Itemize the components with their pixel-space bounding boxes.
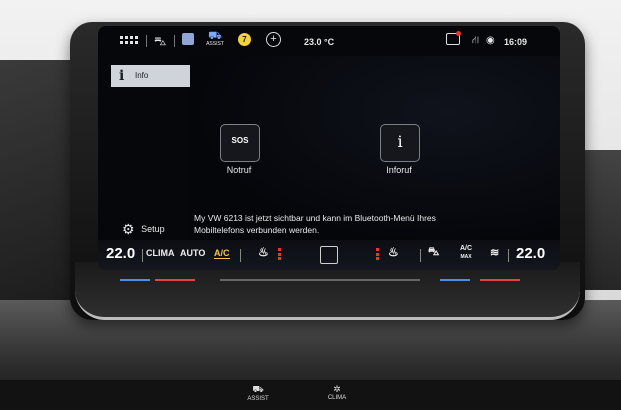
assist-button[interactable]: ⛟ ASSIST xyxy=(204,30,226,48)
climate-divider xyxy=(240,249,241,262)
climate-bar: 22.0 CLIMA AUTO A/C ♨ ♨ ⛍ A/C MAX ≋ 22.0 xyxy=(98,240,560,270)
left-heat-level xyxy=(278,248,281,262)
infotainment-screen: ⛍ ⛟ ASSIST 7 + 23.0 °C ⛙ ◉ 16:09 i Info … xyxy=(98,26,560,270)
sidebar-item-info[interactable]: i Info xyxy=(111,65,191,87)
apps-grid-icon[interactable] xyxy=(120,36,138,46)
climate-divider xyxy=(508,249,509,262)
sos-icon: SOS xyxy=(231,136,249,145)
info-call-label: Inforuf xyxy=(386,165,412,175)
sidebar-item-label: Info xyxy=(135,71,149,80)
info-call-tile[interactable]: i xyxy=(380,124,420,162)
auto-button[interactable]: AUTO xyxy=(180,248,205,258)
car-interior-scene: ⛟ ASSIST ✲ CLIMA ⛍ ⛟ ASSIST 7 + 23.0 °C … xyxy=(0,0,621,410)
setup-label: Setup xyxy=(141,224,165,234)
left-temperature[interactable]: 22.0 xyxy=(106,245,135,262)
assist-physical-button[interactable]: ⛟ ASSIST xyxy=(238,384,278,402)
temperature-slider-row[interactable] xyxy=(100,275,550,285)
ac-button[interactable]: A/C xyxy=(214,248,230,259)
seat-heating-left-icon[interactable]: ♨ xyxy=(258,245,269,259)
info-call-icon: i xyxy=(397,132,403,151)
center-slider[interactable] xyxy=(220,279,420,281)
sidebar: i Info ⚙ Setup xyxy=(108,61,191,251)
climate-divider xyxy=(142,249,143,262)
emergency-call-label: Notruf xyxy=(226,165,252,175)
message-alert-dot xyxy=(456,31,461,36)
info-icon: i xyxy=(119,68,125,84)
button-strip xyxy=(0,380,621,410)
home-button[interactable] xyxy=(320,246,338,264)
clima-physical-label: CLIMA xyxy=(327,395,347,401)
media-icon[interactable] xyxy=(182,33,194,45)
globe-icon: ◉ xyxy=(486,35,495,46)
right-temperature[interactable]: 22.0 xyxy=(516,245,545,262)
left-slider-warm xyxy=(155,279,195,281)
add-icon[interactable]: + xyxy=(266,32,281,47)
network-icon: ⛙ xyxy=(472,35,480,46)
status-bar: ⛍ ⛟ ASSIST 7 + 23.0 °C ⛙ ◉ 16:09 xyxy=(98,26,560,56)
ac-max-bottom: MAX xyxy=(460,254,472,260)
ac-max-button[interactable]: A/C MAX xyxy=(460,245,472,261)
gear-icon: ⚙ xyxy=(122,221,135,237)
right-slider-warm xyxy=(480,279,520,281)
car-assist-icon: ⛟ xyxy=(252,384,264,394)
emergency-call-tile[interactable]: SOS xyxy=(220,124,260,162)
status-divider xyxy=(174,35,175,47)
right-heat-level xyxy=(376,248,379,262)
outside-temperature: 23.0 °C xyxy=(304,37,335,47)
climate-divider xyxy=(420,249,421,262)
clima-button[interactable]: CLIMA xyxy=(146,248,175,258)
airflow-icon[interactable]: ≋ xyxy=(490,246,499,259)
assist-car-icon: ⛟ xyxy=(208,30,222,42)
car-icon[interactable]: ⛍ xyxy=(154,34,166,48)
clima-physical-button[interactable]: ✲ CLIMA xyxy=(317,384,357,401)
right-slider-cold xyxy=(440,279,470,281)
seat-heating-right-icon[interactable]: ♨ xyxy=(388,245,399,259)
bluetooth-notification: My VW 6213 ist jetzt sichtbar und kann i… xyxy=(194,213,436,235)
fan-icon: ✲ xyxy=(333,384,341,394)
left-slider-cold xyxy=(120,279,150,281)
status-divider xyxy=(146,35,147,47)
ac-max-top: A/C xyxy=(460,245,473,252)
assist-physical-label: ASSIST xyxy=(247,396,269,402)
rear-window-defrost-icon[interactable]: ⛍ xyxy=(428,246,439,260)
setup-button[interactable]: ⚙ Setup xyxy=(122,219,165,237)
clock: 16:09 xyxy=(504,37,528,47)
assist-label: ASSIST xyxy=(206,41,224,47)
notification-badge[interactable]: 7 xyxy=(238,33,251,46)
bezel-slider-housing xyxy=(75,262,580,320)
